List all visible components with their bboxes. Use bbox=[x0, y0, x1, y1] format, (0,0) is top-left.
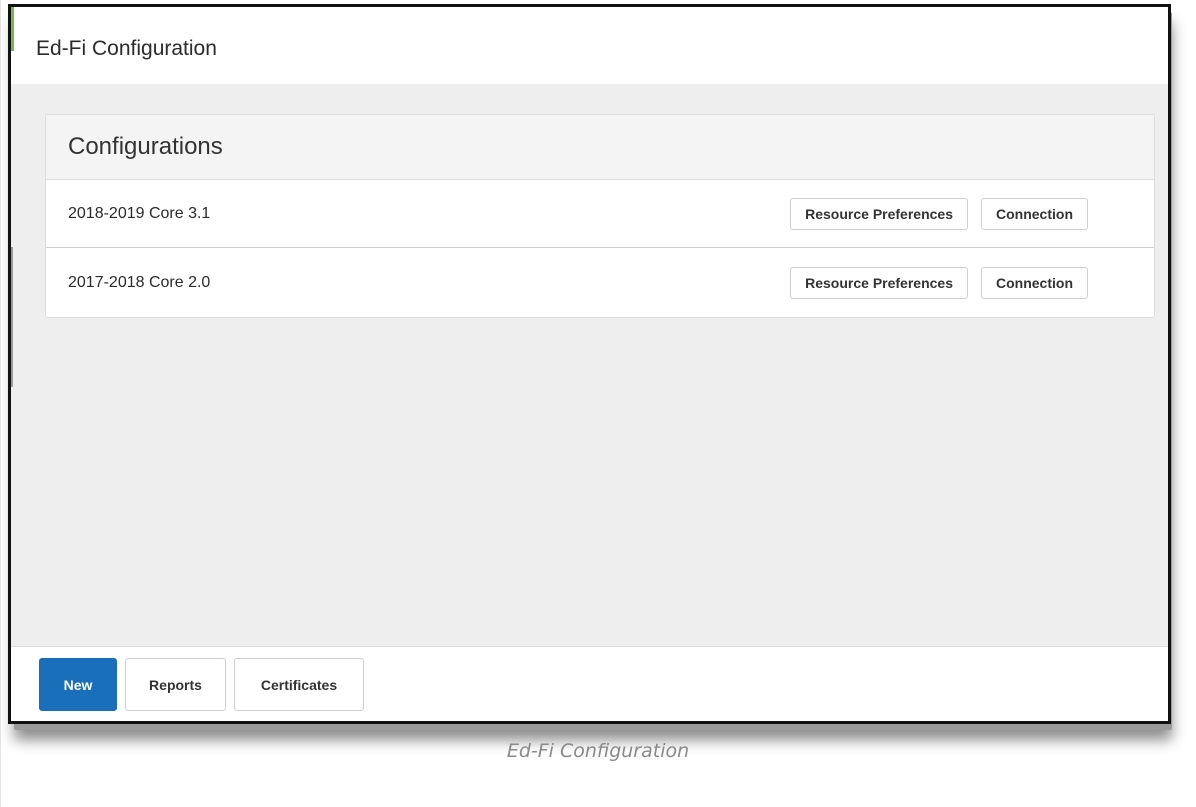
configuration-row[interactable]: 2017-2018 Core 2.0 Resource Preferences … bbox=[46, 248, 1154, 317]
resource-preferences-button[interactable]: Resource Preferences bbox=[790, 266, 968, 299]
connection-button[interactable]: Connection bbox=[981, 197, 1088, 230]
row-actions: Resource Preferences Connection bbox=[790, 197, 1088, 230]
left-edge-bar bbox=[11, 247, 13, 387]
card-header: Configurations bbox=[46, 115, 1154, 180]
configuration-name[interactable]: 2018-2019 Core 3.1 bbox=[68, 205, 210, 223]
page-header: Ed-Fi Configuration bbox=[11, 7, 1168, 84]
header-accent-bar bbox=[11, 7, 14, 51]
reports-button[interactable]: Reports bbox=[125, 658, 226, 711]
app-window: Ed-Fi Configuration Configurations 2018-… bbox=[8, 4, 1171, 724]
configuration-name[interactable]: 2017-2018 Core 2.0 bbox=[68, 274, 210, 292]
page-title: Ed-Fi Configuration bbox=[36, 37, 217, 60]
page-left-rule bbox=[0, 0, 1, 807]
configurations-card: Configurations 2018-2019 Core 3.1 Resour… bbox=[45, 114, 1155, 318]
new-button[interactable]: New bbox=[39, 658, 117, 711]
configuration-row[interactable]: 2018-2019 Core 3.1 Resource Preferences … bbox=[46, 180, 1154, 248]
image-caption: Ed-Fi Configuration bbox=[506, 740, 690, 762]
resource-preferences-button[interactable]: Resource Preferences bbox=[790, 197, 968, 230]
main-content: Configurations 2018-2019 Core 3.1 Resour… bbox=[11, 84, 1168, 647]
action-bar: New Reports Certificates bbox=[11, 646, 1168, 721]
certificates-button[interactable]: Certificates bbox=[234, 658, 364, 711]
connection-button[interactable]: Connection bbox=[981, 266, 1088, 299]
row-actions: Resource Preferences Connection bbox=[790, 266, 1088, 299]
card-title: Configurations bbox=[68, 133, 223, 160]
